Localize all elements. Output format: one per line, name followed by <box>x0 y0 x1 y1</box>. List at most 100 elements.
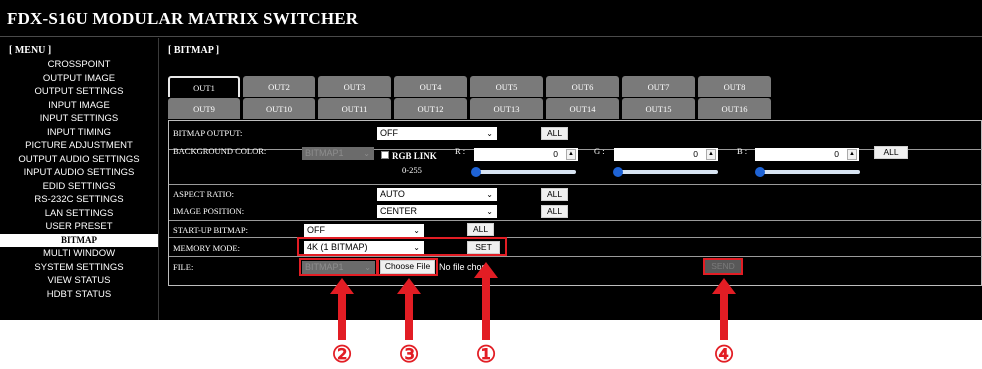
tab-out2[interactable]: OUT2 <box>243 76 315 97</box>
memory-mode-select[interactable]: 4K (1 BITMAP) ⌄ <box>304 241 424 254</box>
row-divider <box>169 237 982 238</box>
callout-number-4: ④ <box>713 341 735 367</box>
sidebar-item-output-settings[interactable]: OUTPUT SETTINGS <box>0 85 158 99</box>
tab-out8[interactable]: OUT8 <box>698 76 771 97</box>
green-label: G : <box>594 146 605 156</box>
file-label: FILE: <box>173 262 194 272</box>
tab-out7[interactable]: OUT7 <box>622 76 695 97</box>
red-label: R : <box>455 146 466 156</box>
sidebar-item-input-settings[interactable]: INPUT SETTINGS <box>0 112 158 126</box>
tab-out5[interactable]: OUT5 <box>470 76 543 97</box>
bitmap-output-label: BITMAP OUTPUT: <box>173 128 243 138</box>
callout-arrow-1 <box>474 262 498 340</box>
chevron-down-icon: ⌄ <box>413 243 420 252</box>
bitmap-settings-panel <box>168 120 982 286</box>
callout-number-3: ③ <box>398 341 420 367</box>
sidebar-item-picture-adjustment[interactable]: PICTURE ADJUSTMENT <box>0 139 158 153</box>
row-divider <box>169 184 982 185</box>
tab-out13[interactable]: OUT13 <box>470 98 543 119</box>
blue-value: 0 <box>834 149 839 159</box>
tab-out15[interactable]: OUT15 <box>622 98 695 119</box>
background-color-label: BACKGROUND COLOR: <box>173 146 267 156</box>
tab-out10[interactable]: OUT10 <box>243 98 315 119</box>
menu-divider <box>158 38 159 320</box>
red-value: 0 <box>553 149 558 159</box>
chevron-down-icon: ⌄ <box>486 129 493 138</box>
bitmap-output-value: OFF <box>380 128 398 138</box>
chevron-down-icon: ⌄ <box>486 207 493 216</box>
sidebar-item-edid-settings[interactable]: EDID SETTINGS <box>0 180 158 194</box>
bitmap-output-all-button[interactable]: ALL <box>541 127 568 140</box>
page-title: [ BITMAP ] <box>168 45 220 56</box>
tab-out11[interactable]: OUT11 <box>318 98 391 119</box>
red-value-input[interactable]: 0 ▲ <box>474 148 578 161</box>
background-bitmap-value: BITMAP1 <box>305 148 344 158</box>
rgb-link-checkbox[interactable] <box>381 151 389 159</box>
tab-out1[interactable]: OUT1 <box>168 76 240 97</box>
memory-mode-value: 4K (1 BITMAP) <box>307 242 368 252</box>
green-slider-thumb[interactable] <box>613 167 623 177</box>
tab-out9[interactable]: OUT9 <box>168 98 240 119</box>
sidebar-item-output-audio-settings[interactable]: OUTPUT AUDIO SETTINGS <box>0 153 158 167</box>
green-value: 0 <box>693 149 698 159</box>
aspect-ratio-select[interactable]: AUTO ⌄ <box>377 188 497 201</box>
sidebar-item-bitmap[interactable]: BITMAP <box>0 233 158 247</box>
sidebar-item-crosspoint[interactable]: CROSSPOINT <box>0 58 158 72</box>
bitmap-output-select[interactable]: OFF ⌄ <box>377 127 497 140</box>
sidebar-item-user-preset[interactable]: USER PRESET <box>0 220 158 234</box>
sidebar-item-view-status[interactable]: VIEW STATUS <box>0 274 158 288</box>
blue-slider-thumb[interactable] <box>755 167 765 177</box>
startup-bitmap-label: START-UP BITMAP: <box>173 225 248 235</box>
tab-out3[interactable]: OUT3 <box>318 76 391 97</box>
sidebar-menu: CROSSPOINT OUTPUT IMAGE OUTPUT SETTINGS INP… <box>0 58 158 301</box>
tab-out16[interactable]: OUT16 <box>698 98 771 119</box>
spin-up-icon[interactable]: ▲ <box>566 149 576 160</box>
chevron-down-icon: ⌄ <box>363 149 370 158</box>
rgb-range-label: 0-255 <box>402 165 422 175</box>
tab-out4[interactable]: OUT4 <box>394 76 467 97</box>
background-bitmap-select: BITMAP1 ⌄ <box>302 147 374 160</box>
aspect-ratio-all-button[interactable]: ALL <box>541 188 568 201</box>
green-value-input[interactable]: 0 ▲ <box>614 148 718 161</box>
callout-number-2: ② <box>331 341 353 367</box>
callout-arrow-3 <box>397 278 421 340</box>
red-slider[interactable] <box>471 167 576 177</box>
startup-bitmap-select[interactable]: OFF ⌄ <box>304 224 424 237</box>
aspect-ratio-value: AUTO <box>380 189 405 199</box>
background-color-all-button[interactable]: ALL <box>874 146 908 159</box>
blue-label: B : <box>737 146 748 156</box>
red-slider-thumb[interactable] <box>471 167 481 177</box>
callout-arrow-2 <box>330 278 354 340</box>
startup-bitmap-all-button[interactable]: ALL <box>467 223 494 236</box>
app-title: FDX-S16U MODULAR MATRIX SWITCHER <box>7 9 359 28</box>
sidebar-item-system-settings[interactable]: SYSTEM SETTINGS <box>0 261 158 275</box>
startup-bitmap-value: OFF <box>307 225 325 235</box>
sidebar-item-hdbt-status[interactable]: HDBT STATUS <box>0 288 158 302</box>
blue-slider[interactable] <box>755 167 860 177</box>
row-divider <box>169 220 982 221</box>
image-position-label: IMAGE POSITION: <box>173 206 245 216</box>
green-slider[interactable] <box>613 167 718 177</box>
chevron-down-icon: ⌄ <box>486 190 493 199</box>
sidebar-item-multi-window[interactable]: MULTI WINDOW <box>0 247 158 261</box>
rgb-link-label: RGB LINK <box>392 151 437 161</box>
sidebar-item-lan-settings[interactable]: LAN SETTINGS <box>0 207 158 221</box>
sidebar-item-output-image[interactable]: OUTPUT IMAGE <box>0 72 158 86</box>
spin-up-icon[interactable]: ▲ <box>847 149 857 160</box>
memory-mode-label: MEMORY MODE: <box>173 243 240 253</box>
sidebar-item-rs-232c-settings[interactable]: RS-232C SETTINGS <box>0 193 158 207</box>
image-position-select[interactable]: CENTER ⌄ <box>377 205 497 218</box>
sidebar-item-input-image[interactable]: INPUT IMAGE <box>0 99 158 113</box>
chevron-down-icon: ⌄ <box>413 226 420 235</box>
file-bitmap-value: BITMAP1 <box>305 262 344 272</box>
menu-header: [ MENU ] <box>9 45 52 56</box>
tab-out6[interactable]: OUT6 <box>546 76 619 97</box>
blue-value-input[interactable]: 0 ▲ <box>755 148 859 161</box>
tab-out14[interactable]: OUT14 <box>546 98 619 119</box>
spin-up-icon[interactable]: ▲ <box>706 149 716 160</box>
sidebar-item-input-timing[interactable]: INPUT TIMING <box>0 126 158 140</box>
sidebar-item-input-audio-settings[interactable]: INPUT AUDIO SETTINGS <box>0 166 158 180</box>
tab-out12[interactable]: OUT12 <box>394 98 467 119</box>
memory-mode-set-button[interactable]: SET <box>467 241 500 254</box>
image-position-all-button[interactable]: ALL <box>541 205 568 218</box>
